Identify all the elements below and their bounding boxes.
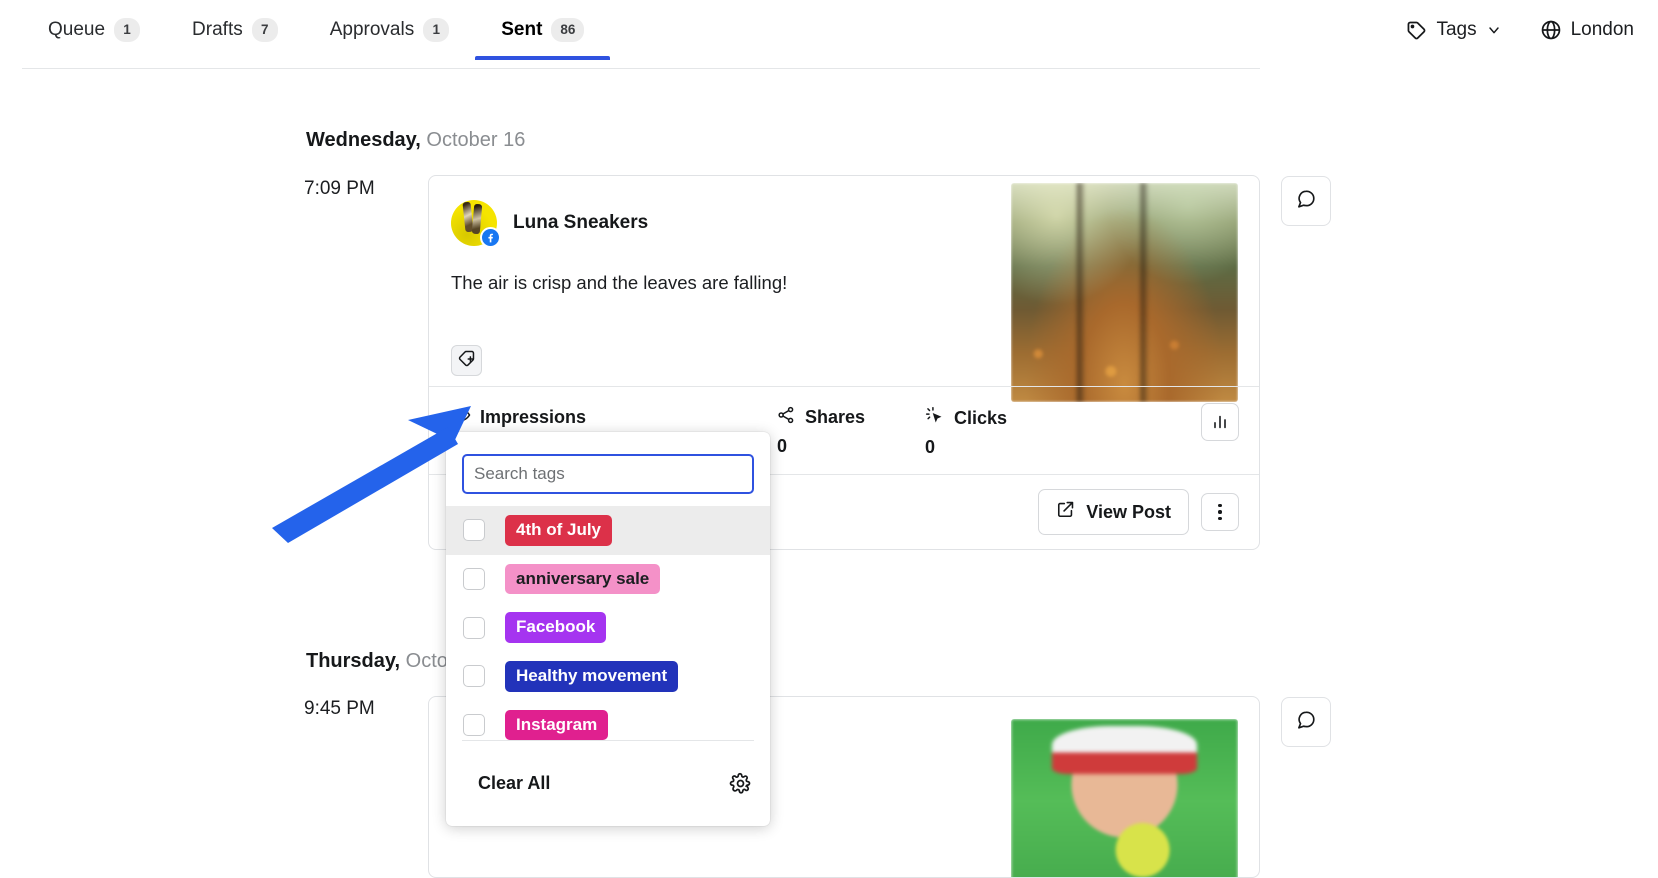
post-media-thumbnail-2[interactable] [1011,719,1238,877]
top-bar-actions: Tags London [1406,0,1634,60]
tab-list: Queue 1 Drafts 7 Approvals 1 Sent 86 [22,0,611,60]
tag-checkbox[interactable] [463,616,485,639]
day-date: October 16 [426,129,526,151]
tab-approvals-label: Approvals [329,19,415,40]
view-post-button[interactable]: View Post [1038,489,1189,535]
tag-picker-dropdown: 4th of July anniversary sale Facebook He… [446,432,770,826]
bar-chart-icon[interactable] [1201,403,1239,441]
comment-icon [1295,188,1317,215]
tags-filter-label: Tags [1436,19,1477,40]
tag-option-4th-of-july[interactable]: 4th of July [446,506,770,555]
comment-icon [1295,709,1317,736]
tab-approvals[interactable]: Approvals 1 [304,0,476,60]
timezone-selector[interactable]: London [1540,19,1634,41]
post-comment-button-2[interactable] [1281,697,1331,747]
day-of-week-2: Thursday, [306,650,401,672]
tab-queue[interactable]: Queue 1 [22,0,166,60]
stat-clicks-value: 0 [925,437,936,457]
tag-pill: anniversary sale [505,563,661,595]
tab-drafts-label: Drafts [192,19,243,40]
post-body-1: Luna Sneakers The air is crisp and the l… [429,176,1259,402]
globe-icon [1540,19,1562,41]
stat-clicks-label: Clicks [954,407,1008,428]
add-tag-button-1[interactable] [451,345,482,376]
post-media-thumbnail-1[interactable] [1011,183,1238,402]
tag-icon [1406,20,1427,41]
top-navigation-bar: Queue 1 Drafts 7 Approvals 1 Sent 86 Tag… [0,0,1658,60]
chevron-down-icon [1486,22,1502,38]
tags-filter-button[interactable]: Tags [1406,19,1501,41]
day-of-week: Wednesday, [306,129,421,151]
post-more-menu-button[interactable] [1201,493,1239,531]
tab-drafts-count: 7 [251,18,278,42]
tab-queue-label: Queue [48,19,106,40]
stat-shares-label-wrap: Shares [776,405,924,430]
stat-impressions-label-wrap: Impressions [451,405,776,430]
tab-sent-label: Sent [501,19,543,40]
tag-pill: Instagram [505,709,609,741]
stat-shares: Shares 0 [776,405,924,457]
timezone-label: London [1570,19,1634,40]
tag-checkbox[interactable] [463,665,485,688]
day-header-wednesday: Wednesday, October 16 [306,129,525,152]
stat-clicks-label-wrap: Clicks [924,405,1072,431]
tag-dropdown-footer: Clear All [462,740,754,826]
nav-divider [22,68,1260,69]
tab-approvals-count: 1 [423,18,450,42]
app-root: Queue 1 Drafts 7 Approvals 1 Sent 86 Tag… [0,0,1658,878]
tag-option-facebook[interactable]: Facebook [446,603,770,652]
external-link-icon [1056,500,1075,524]
tag-options-list[interactable]: 4th of July anniversary sale Facebook He… [446,506,770,741]
facebook-icon [480,227,501,248]
tag-option-anniversary-sale[interactable]: anniversary sale [446,555,770,604]
tag-pill: Facebook [505,612,607,644]
tag-pill: 4th of July [505,515,613,546]
post-author-name: Luna Sneakers [513,212,649,233]
gear-icon[interactable] [729,772,752,795]
clear-all-button[interactable]: Clear All [464,773,550,794]
day-header-thursday: Thursday, Octob [306,650,459,673]
post-time-1: 7:09 PM [304,178,375,199]
post-comment-button-1[interactable] [1281,176,1331,226]
view-post-label: View Post [1086,501,1171,522]
tab-sent-count: 86 [551,18,585,42]
tab-drafts[interactable]: Drafts 7 [166,0,304,60]
tag-search-wrapper [446,432,770,506]
tag-checkbox[interactable] [463,568,485,591]
tag-checkbox[interactable] [463,714,485,737]
share-icon [776,405,796,430]
active-tab-indicator [475,56,611,60]
eye-icon [451,405,471,430]
tab-queue-count: 1 [114,18,141,42]
post-time-2: 9:45 PM [304,698,375,719]
avatar [451,200,501,248]
stat-clicks: Clicks 0 [924,405,1072,458]
tab-sent[interactable]: Sent 86 [475,0,611,60]
tag-checkbox[interactable] [463,519,485,542]
search-tags-input[interactable] [462,454,754,494]
stat-shares-value: 0 [777,436,788,456]
tag-option-instagram[interactable]: Instagram [446,701,770,741]
stat-shares-label: Shares [805,407,866,427]
post-analytics-button-1[interactable] [1201,403,1239,441]
stat-impressions-label: Impressions [480,407,587,427]
click-icon [924,405,945,431]
tag-option-healthy-movement[interactable]: Healthy movement [446,652,770,701]
tag-plus-icon [457,349,476,373]
tag-pill: Healthy movement [505,661,679,692]
